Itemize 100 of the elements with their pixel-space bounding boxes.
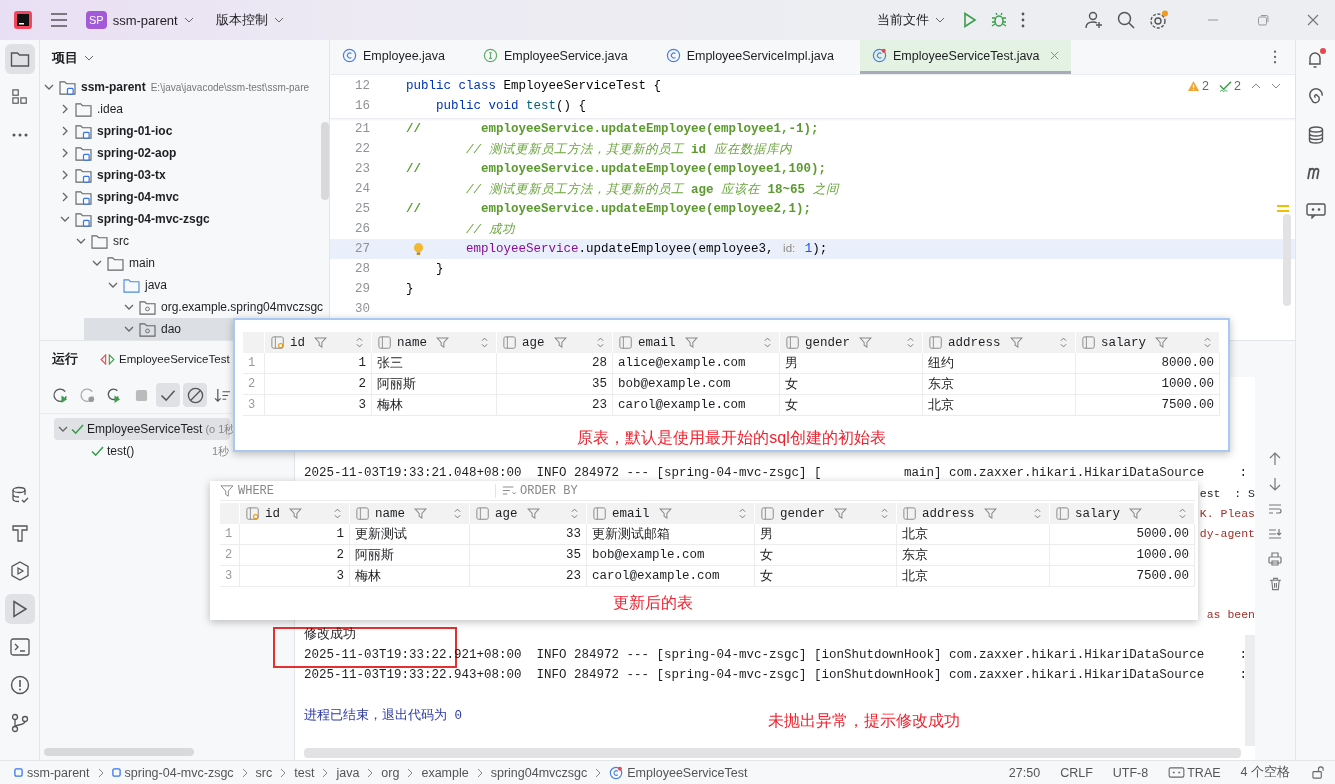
filter-icon[interactable] [553,337,567,348]
chevron-down-icon[interactable] [84,55,94,61]
column-header[interactable]: email [587,503,755,524]
filter-icon[interactable] [1129,508,1142,519]
close-icon[interactable] [1049,51,1059,60]
run-icon[interactable] [4,594,35,624]
scrollbar[interactable] [1283,214,1291,306]
up-icon[interactable] [1267,451,1283,467]
show-ignored-icon[interactable] [183,383,207,407]
column-header[interactable]: gender [780,332,923,353]
assistant-widget[interactable]: TRAE [1168,765,1221,780]
chevron-right-icon[interactable] [60,170,70,180]
breadcrumb[interactable]: org [381,765,400,780]
sort-icon[interactable] [1204,337,1211,348]
column-header[interactable]: salary [1050,503,1195,524]
column-header[interactable]: id [240,503,350,524]
folder-icon[interactable] [4,44,35,74]
tree-item[interactable]: src [113,234,129,248]
column-header[interactable]: id [265,332,372,353]
scrollbar[interactable] [44,748,194,756]
filter-icon[interactable] [314,337,327,348]
breadcrumb[interactable]: ssm-parent [14,765,90,780]
column-header[interactable]: email [613,332,780,353]
chevron-right-icon[interactable] [60,104,70,114]
where-filter[interactable]: WHERE [220,483,495,498]
sort-icon[interactable] [1034,508,1041,519]
filter-icon[interactable] [658,508,672,519]
app-logo-icon[interactable] [14,11,32,29]
column-header[interactable]: address [897,503,1050,524]
panel-title[interactable]: 运行 [52,350,78,368]
chevron-right-icon[interactable] [60,192,70,202]
tree-item[interactable]: java [145,278,167,292]
sort-icon[interactable] [764,337,771,348]
tree-item[interactable]: ssm-parent [81,80,146,94]
tree-item[interactable]: main [129,256,155,270]
project-switcher[interactable]: SP ssm-parent [82,9,198,31]
column-header[interactable]: age [470,503,587,524]
editor-tab[interactable]: EmployeeServiceImpl.java [653,40,846,74]
sort-icon[interactable] [881,508,888,519]
filter-icon[interactable] [684,337,698,348]
filter-icon[interactable] [436,337,449,348]
line-ending[interactable]: CRLF [1060,765,1093,780]
filter-icon[interactable] [289,508,302,519]
breadcrumb[interactable]: java [336,765,360,780]
tree-item[interactable]: spring-02-aop [97,146,177,160]
column-header[interactable]: name [350,503,470,524]
editor-tab[interactable]: EmployeeService.java [471,40,640,74]
trash-icon[interactable] [1267,576,1283,592]
panel-title[interactable]: 项目 [52,49,78,67]
breadcrumb[interactable]: spring04mvczsgc [490,765,588,780]
tree-item[interactable]: spring-01-ioc [97,124,173,138]
settings-icon[interactable] [1149,10,1169,30]
scrollbar[interactable] [304,748,1241,758]
search-icon[interactable] [1117,11,1135,29]
down-icon[interactable] [1267,476,1283,492]
lock-icon[interactable] [1312,766,1325,779]
chevron-down-icon[interactable] [124,302,134,312]
sort-icon[interactable] [1179,508,1186,519]
breadcrumb[interactable]: test [294,765,315,780]
sort-icon[interactable] [356,337,363,348]
encoding[interactable]: UTF-8 [1112,765,1149,780]
filter-icon[interactable] [834,508,847,519]
breadcrumb[interactable]: EmployeeServiceTest [609,765,748,780]
sort-icon[interactable] [571,508,578,519]
tree-item[interactable]: .idea [97,102,124,116]
run-icon[interactable] [963,12,977,28]
warning-count[interactable]: 2 [1187,79,1210,93]
run-tab[interactable]: EmployeeServiceTest [100,353,230,365]
filter-icon[interactable] [1155,337,1168,348]
filter-icon[interactable] [526,508,540,519]
sort-icon[interactable] [481,337,488,348]
chevron-down-icon[interactable] [60,214,70,224]
chevron-down-icon[interactable] [108,280,118,290]
indent-setting[interactable]: 4 个空格 [1240,764,1290,781]
filter-icon[interactable] [859,337,872,348]
vcs-menu[interactable]: 版本控制 [211,9,288,31]
tree-item[interactable]: spring-03-tx [97,168,166,182]
add-user-icon[interactable] [1085,11,1103,29]
column-header[interactable]: salary [1076,332,1220,353]
chevron-down-icon[interactable] [44,82,54,92]
tree-item[interactable]: dao [161,322,182,336]
tree-item[interactable]: spring-04-mvc-zsgc [97,212,210,226]
chevron-down-icon[interactable] [76,236,86,246]
test-item[interactable]: test() 1秒 [54,440,230,462]
editor-tab[interactable]: Employee.java [330,40,457,74]
chevron-down-icon[interactable] [1271,83,1281,89]
filter-icon[interactable] [983,508,997,519]
scroll-end-icon[interactable] [1267,526,1283,542]
sort-icon[interactable] [597,337,604,348]
menu-icon[interactable] [50,13,68,27]
lightbulb-icon[interactable] [413,242,424,257]
sort-icon[interactable] [739,508,746,519]
print-icon[interactable] [1267,551,1283,567]
scrollbar[interactable] [321,122,329,200]
wrap-icon[interactable] [1267,501,1283,517]
more-icon[interactable] [1273,50,1277,64]
sort-icon[interactable] [907,337,914,348]
column-header[interactable]: name [372,332,497,353]
chevron-up-icon[interactable] [1251,83,1261,89]
restore-icon[interactable] [1257,14,1269,26]
